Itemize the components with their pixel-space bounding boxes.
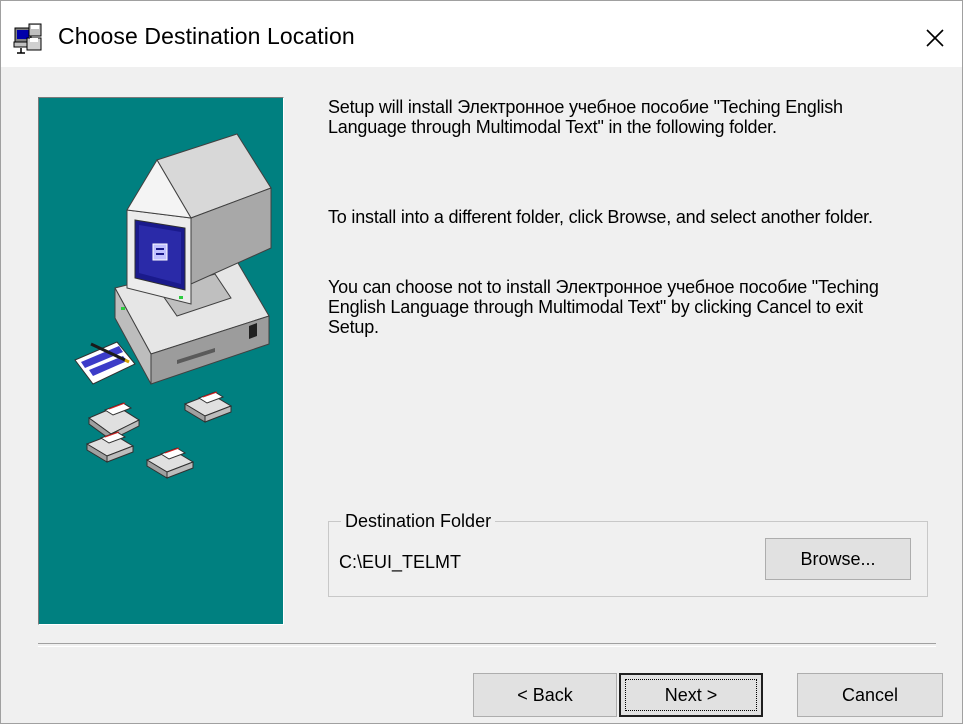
title-bar[interactable]: Choose Destination Location [1,1,962,67]
destination-folder-label: Destination Folder [341,511,496,531]
focus-rectangle [625,679,757,711]
cancel-button-label: Cancel [841,684,899,705]
destination-path: C:\EUI_TELMT [339,552,462,572]
dialog-client-area: Setup will install Электронное учебное п… [1,67,962,723]
window-title: Choose Destination Location [58,23,355,49]
cancel-button[interactable]: Cancel [797,673,943,717]
close-button[interactable] [912,15,958,61]
intro-text: Setup will install Электронное учебное п… [328,97,843,137]
destination-folder-group: Destination Folder C:\EUI_TELMT Browse..… [328,511,928,597]
setup-window: Choose Destination Location Setup will i… [0,0,963,724]
side-panel [38,97,284,625]
browse-button[interactable]: Browse... [765,538,911,580]
setup-installer-icon [13,22,45,54]
browse-button-label: Browse... [800,548,876,569]
back-button-label: < Back [517,684,573,705]
close-icon [926,29,944,47]
computer-with-floppy-disks-illustration [74,133,272,479]
cancel-instructions-text: You can choose not to install Электронно… [328,277,879,337]
browse-instructions-text: To install into a different folder, clic… [328,207,873,227]
separator [38,643,936,647]
next-button[interactable]: Next > [619,673,763,717]
back-button[interactable]: < Back [473,673,617,717]
